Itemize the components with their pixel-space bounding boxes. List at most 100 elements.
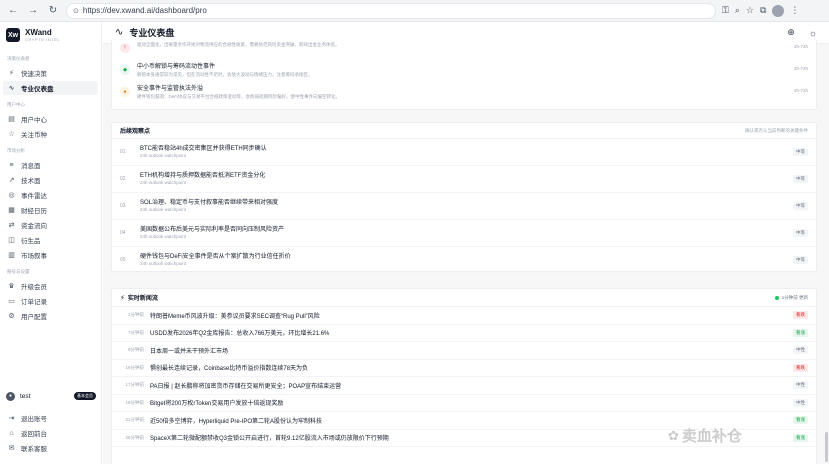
- main-content: ∿ 专业仪表盘 ⊕ ☼ ! 驱动全面化，出账量亲作开始对物流供应的合规性收紧，需要…: [103, 22, 829, 464]
- news-row[interactable]: 9分钟前 日本周一或并未干预外汇市场 中性: [112, 342, 816, 360]
- bookmark-star-icon[interactable]: ☆: [746, 5, 754, 16]
- sidebar-item-label: 技术面: [21, 178, 41, 185]
- list-icon: ≡: [9, 161, 14, 169]
- brand-subtitle: CRYPTO INTEL: [25, 37, 60, 42]
- scrollbar-thumb[interactable]: [825, 432, 828, 462]
- watchpoint-title: SOL治理、稳定币与支付叙事能否继续带来相对强度: [140, 200, 279, 206]
- calendar-icon: ▦: [8, 207, 15, 214]
- watchpoint-title: BTC能否稳站4h成交密集区并获得ETH同步确认: [140, 146, 267, 152]
- sidebar-item[interactable]: ◎ 事件雷达: [3, 188, 98, 202]
- sentiment-badge: 看涨: [793, 328, 808, 337]
- sidebar-item[interactable]: ▤ 用户中心: [3, 112, 98, 126]
- news-row[interactable]: 18分钟前 Bitget将200万枚rToken交易用户发放十倍返现奖励 中性: [112, 395, 816, 412]
- watchpoint-body: SOL治理、稳定币与支付叙事能否继续带来相对强度 24h outlook watc…: [140, 199, 783, 213]
- watchpoint-level-badge: 中等: [793, 202, 808, 210]
- news-title: 日本周一或并未干预外汇市场: [150, 348, 229, 355]
- sidebar-item[interactable]: ◫ 衍生品: [3, 233, 98, 247]
- sidebar-item[interactable]: ∿ 专业仪表盘: [3, 81, 98, 95]
- sidebar-section-title: 用户中心: [7, 102, 25, 107]
- sentiment-badge: 看涨: [793, 416, 808, 425]
- sidebar-item[interactable]: ▦ 财经日历: [3, 203, 98, 217]
- user-profile[interactable]: ● test 基本会员: [0, 388, 102, 404]
- watchpoint-number: 03: [120, 203, 126, 209]
- news-row[interactable]: 17分钟前 PA日报 | 赵长鹏称将加密货币存储在交易所更安全；POAP宣布结束运…: [112, 377, 816, 395]
- event-row[interactable]: ! 驱动全面化，出账量亲作开始对物流供应的合规性收紧，需要防范风险资金突破，影响出…: [112, 38, 816, 60]
- newsfeed-header: ⚡ 实时新闻流 1分钟前 更新: [112, 289, 816, 307]
- sidebar-item[interactable]: ↗ 技术面: [3, 173, 98, 187]
- news-row[interactable]: 18分钟前 惧创最长连续记录，Coinbase比特币溢价指数连续78天为负 看跌: [112, 360, 816, 377]
- news-row[interactable]: 7分钟前 USDD发布2026年Q2金库报告：总收入766万美元，环比增长21.6…: [112, 325, 816, 342]
- watchpoint-subtitle: 24h outlook watchpoint: [140, 261, 187, 266]
- sentiment-badge: 中性: [793, 381, 808, 390]
- bolt-icon: ⚡: [120, 294, 125, 302]
- back-icon[interactable]: ←: [6, 4, 20, 18]
- news-time: 17分钟前: [125, 382, 144, 388]
- sidebar-item[interactable]: ▭ 订单记录: [3, 294, 98, 308]
- sidebar-item-label: 市场叙事: [21, 253, 47, 260]
- watchpoint-subtitle: 24h outlook watchpoint: [140, 234, 187, 239]
- brand[interactable]: Xw XWand CRYPTO INTEL: [0, 22, 101, 50]
- book-icon: ▥: [8, 252, 15, 259]
- sidebar-item[interactable]: ✉ 联系客服: [3, 441, 99, 455]
- watchpoint-row[interactable]: 02 ETH机构增持与质押数据能否抵消ETF资金分化 24h outlook wat…: [112, 166, 816, 193]
- sentiment-badge: 中性: [793, 346, 808, 355]
- address-bar[interactable]: ⊙ https://dev.xwand.ai/dashboard/pro: [66, 2, 716, 19]
- sidebar-item[interactable]: ⇄ 资金流向: [3, 218, 98, 232]
- sidebar-item[interactable]: ⌂ 返回前台: [3, 426, 99, 440]
- event-body: 驱动全面化，出账量亲作开始对物流供应的合规性收紧，需要防范风险资金突破，影响出金…: [137, 41, 787, 48]
- event-status-icon: !: [120, 43, 130, 53]
- sidebar-section-title: 账号与设置: [7, 269, 30, 274]
- sidebar-item-label: 退出账号: [21, 416, 47, 423]
- news-time: 21分钟前: [125, 417, 144, 423]
- menu-dots-icon[interactable]: ⋮: [790, 5, 799, 16]
- watchpoint-row[interactable]: 04 美国数据公布后美元与实际利率是否同向压制风险资产 24h outlook wa…: [112, 220, 816, 247]
- watchpoint-body: ETH机构增持与质押数据能否抵消ETF资金分化 24h outlook watch…: [140, 172, 783, 186]
- watchpoint-row[interactable]: 03 SOL治理、稳定币与支付叙事能否继续带来相对强度 24h outlook wa…: [112, 193, 816, 220]
- news-time: 18分钟前: [125, 364, 144, 370]
- site-info-icon[interactable]: ⊙: [73, 7, 79, 15]
- sidebar-item[interactable]: ☆ 关注币种: [3, 127, 98, 141]
- sidebar: Xw XWand CRYPTO INTEL 决策仪表盘 ⚡ 快速决策 ∿ 专业仪表盘用户…: [0, 22, 102, 464]
- profile-avatar[interactable]: [772, 4, 785, 17]
- watchpoints-header: 后续观察点 确认或否认当前判断的关键条件: [112, 123, 816, 139]
- event-body: 安全事件与监管执法外溢 硬件钱包漏洞、DeFi协议与交易平台合规政策变动等，会削弱…: [137, 85, 787, 100]
- event-row[interactable]: ● 安全事件与监管执法外溢 硬件钱包漏洞、DeFi协议与交易平台合规政策变动等，会削…: [112, 82, 816, 104]
- sidebar-item[interactable]: ⇥ 退出账号: [3, 411, 99, 425]
- sidebar-item[interactable]: ⚡ 快速决策: [3, 66, 98, 80]
- watchpoint-body: 美国数据公布后美元与实际利率是否同向压制风险资产 24h outlook watc…: [140, 226, 783, 240]
- sidebar-item-label: 快速决策: [21, 71, 47, 78]
- live-dot-icon: [774, 295, 779, 300]
- watchpoint-title: ETH机构增持与质押数据能否抵消ETF资金分化: [140, 173, 266, 179]
- sidebar-nav: 决策仪表盘 ⚡ 快速决策 ∿ 专业仪表盘用户中心 ▤ 用户中心 ☆ 关注币种市场分析 ≡ 消息面 ↗ 技…: [0, 50, 101, 323]
- watchpoint-title: 美国数据公布后美元与实际利率是否同向压制风险资产: [140, 227, 285, 233]
- radar-icon: ◎: [8, 192, 15, 199]
- trend-icon: ↗: [8, 177, 15, 184]
- event-status-icon: ◆: [120, 65, 130, 75]
- sidebar-section-title: 市场分析: [7, 148, 25, 153]
- forward-icon[interactable]: →: [26, 4, 40, 18]
- extensions-icon[interactable]: ⧉: [760, 5, 766, 16]
- theme-toggle-icon[interactable]: ☼: [809, 28, 817, 38]
- key-icon[interactable]: ⚿: [722, 5, 729, 16]
- sidebar-item-label: 衍生品: [21, 238, 41, 245]
- sidebar-section-title: 决策仪表盘: [7, 56, 30, 61]
- wave-icon: ∿: [8, 85, 15, 92]
- event-row[interactable]: ◆ 中小币解锁与筹码流动性事件 解锁本身通常较为常见，但在流动性不足时，会放大波动与…: [112, 60, 816, 82]
- brand-name: XWand: [25, 28, 52, 37]
- globe-icon[interactable]: ⊕: [787, 27, 795, 38]
- zoom-icon[interactable]: ⌕: [735, 5, 740, 16]
- sidebar-item[interactable]: ≡ 消息面: [3, 158, 98, 172]
- event-description: 硬件钱包漏洞、DeFi协议与交易平台合规政策变动等，会削弱短期风险偏好，使中性事…: [137, 94, 340, 99]
- reload-icon[interactable]: ↻: [46, 4, 60, 18]
- news-row[interactable]: 1分钟前 特朗普Meme币风波升级：美参议员要求SEC调查“Rug Pull”风险…: [112, 307, 816, 325]
- sidebar-item[interactable]: ♛ 升级会员: [3, 279, 98, 293]
- event-body: 中小币解锁与筹码流动性事件 解锁本身通常较为常见，但在流动性不足时，会放大波动与情…: [137, 63, 787, 78]
- url-text: https://dev.xwand.ai/dashboard/pro: [82, 6, 207, 15]
- newsfeed-title: 实时新闻流: [127, 296, 158, 302]
- sentiment-badge: 中性: [793, 398, 808, 407]
- watchpoint-row[interactable]: 01 BTC能否稳站4h成交密集区并获得ETH同步确认 24h outlook wa…: [112, 139, 816, 166]
- sidebar-bottom-nav: ⇥ 退出账号 ⌂ 返回前台 ✉ 联系客服: [0, 410, 102, 456]
- sidebar-item[interactable]: ▥ 市场叙事: [3, 248, 98, 262]
- watchpoint-row[interactable]: 05 硬件钱包与DeFi安全事件是否从个案扩散为行业信任折价 24h outlook…: [112, 247, 816, 274]
- sidebar-item[interactable]: ⚙ 用户配置: [3, 309, 98, 323]
